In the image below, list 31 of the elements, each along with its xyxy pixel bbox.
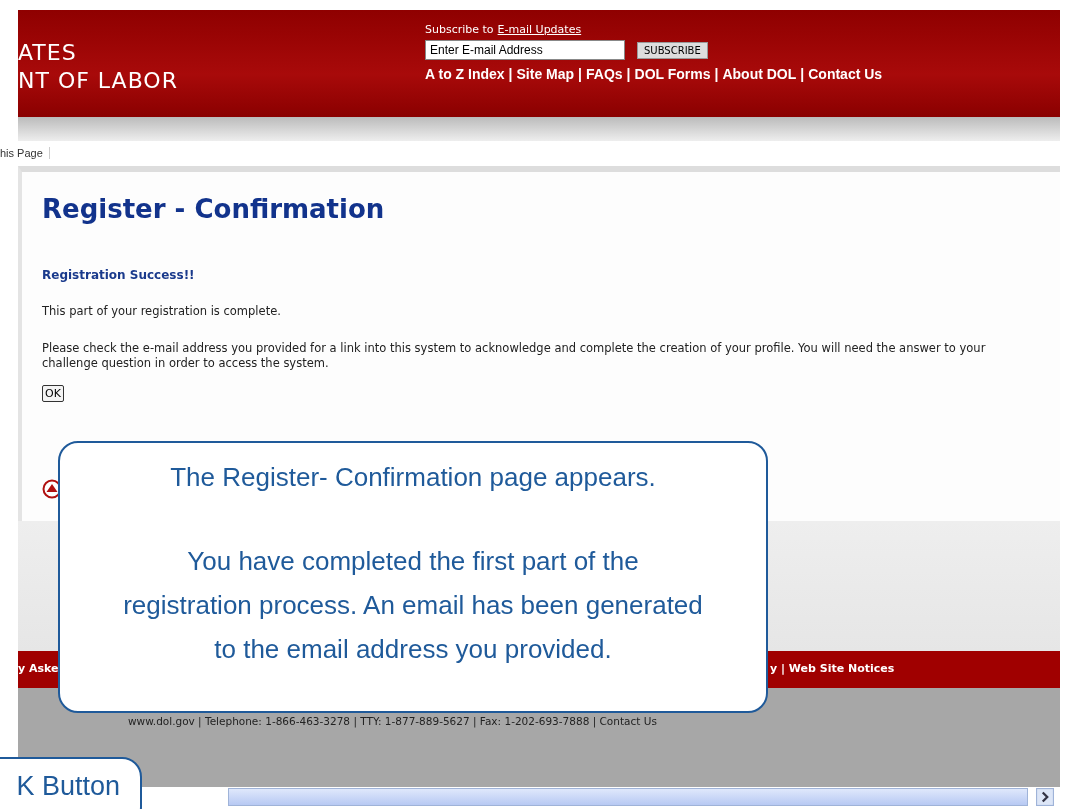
subscribe-button[interactable]: SUBSCRIBE [637,41,708,59]
nav-link[interactable]: DOL Forms [634,66,711,82]
callout-text: K Button [15,771,120,802]
separator: | [626,66,631,82]
nav-link[interactable]: About DOL [722,66,797,82]
callout-text: You have completed the first part of the registration process. An email has been generated to the email address you provided. [123,545,703,666]
page-title: Register - Confirmation [42,194,386,224]
callout-text: The Register- Confirmation page appears. [170,461,656,494]
nav-link[interactable]: Contact Us [808,66,883,82]
footer-link[interactable]: y | Web Site Notices [770,662,895,675]
footer-link[interactable]: y Aske [18,662,59,675]
nav-link[interactable]: Site Map [516,66,575,82]
separator: | [714,66,719,82]
horizontal-scrollbar[interactable] [228,788,1028,806]
ok-button[interactable]: OK [42,385,64,402]
separator: | [578,66,582,82]
nav-link[interactable]: FAQs [586,66,623,82]
paragraph: Please check the e-mail address you provided for a link into this system to acknowledge and complete the creation of your profile. You will need the answer to your challenge question in order to access the system. [42,341,987,371]
separator: | [508,66,513,82]
separator: | [800,66,805,82]
logo-text: ATES [18,38,78,67]
page-tab[interactable]: his Page [0,146,50,159]
scroll-right-icon[interactable] [1036,788,1054,806]
email-field[interactable]: Enter E-mail Address [425,40,625,60]
logo-text: NT OF LABOR [18,66,179,95]
success-message: Registration Success!! [42,268,196,282]
paragraph: This part of your registration is complete. [42,304,282,319]
contact-info: www.dol.gov | Telephone: 1-866-463-3278 | TTY: 1-877-889-5627 | Fax: 1-202-693-7888 | Contact Us [128,715,657,727]
nav-link[interactable]: A to Z Index [425,66,505,82]
subscribe-label: Subscribe to [425,23,494,36]
email-updates-link[interactable]: E-mail Updates [497,23,582,36]
